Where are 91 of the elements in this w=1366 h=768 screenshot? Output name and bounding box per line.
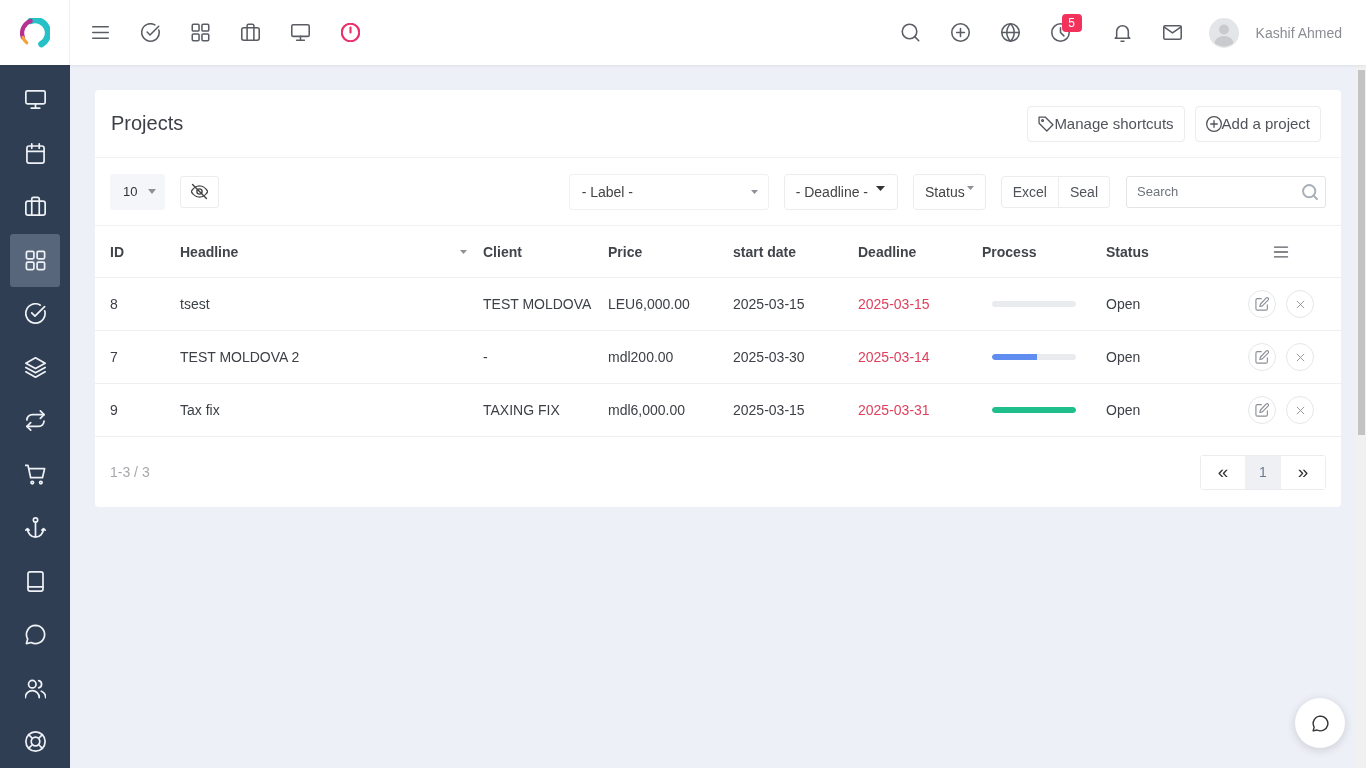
- monitor-icon: [24, 89, 46, 111]
- caret-icon: [148, 189, 156, 194]
- table-cell-text: Open: [1106, 296, 1142, 312]
- mail-icon[interactable]: [1162, 23, 1182, 42]
- page-button[interactable]: 1: [1245, 455, 1281, 489]
- caret-icon: [876, 186, 886, 191]
- column-header[interactable]: start date: [733, 243, 797, 260]
- globe-icon[interactable]: [1000, 23, 1020, 42]
- chat-bubble-icon: [1311, 714, 1329, 732]
- column-header[interactable]: Deadline: [858, 243, 917, 260]
- logo-icon[interactable]: [19, 17, 50, 48]
- export-button[interactable]: Seal: [1058, 175, 1110, 208]
- edit-icon: [1255, 403, 1269, 417]
- close-icon: [1294, 404, 1306, 416]
- page-size-select[interactable]: 10: [110, 173, 165, 210]
- record-count: 1-3 / 3: [110, 464, 150, 480]
- briefcase-icon: [24, 196, 46, 218]
- edit-button[interactable]: [1248, 343, 1276, 371]
- hide-columns-button[interactable]: [180, 175, 219, 208]
- table-cell-text: TEST MOLDOVA: [483, 296, 593, 312]
- label-select[interactable]: - Label -: [568, 173, 769, 210]
- sidebar-item[interactable]: [10, 233, 60, 287]
- briefcase-icon[interactable]: [241, 23, 260, 42]
- add-project-button[interactable]: Add a project: [1194, 105, 1321, 142]
- repeat-icon: [24, 410, 46, 432]
- close-icon: [1294, 351, 1306, 363]
- plus-circle-icon: [1205, 115, 1222, 132]
- menu-icon[interactable]: [91, 23, 110, 42]
- table-cell-text: 2025-03-14: [858, 349, 931, 365]
- column-header[interactable]: Price: [608, 243, 643, 260]
- export-button[interactable]: Excel: [1000, 175, 1059, 208]
- book-icon: [24, 570, 46, 592]
- check-circle-icon[interactable]: [141, 23, 160, 42]
- caret-icon: [966, 185, 974, 190]
- bell-icon[interactable]: [1112, 23, 1132, 42]
- table-cell-text: 9: [110, 402, 119, 418]
- table-cell-text: mdl200.00: [608, 349, 675, 365]
- column-header[interactable]: Headline: [180, 243, 239, 260]
- cart-icon: [24, 463, 46, 485]
- plus-circle-icon[interactable]: [950, 23, 970, 42]
- check-circle-icon: [24, 303, 46, 325]
- anchor-icon: [24, 517, 46, 539]
- table-cell-text: Tax fix: [180, 402, 221, 418]
- table-cell-text: Open: [1106, 349, 1142, 365]
- column-header[interactable]: Status: [1106, 243, 1149, 260]
- table-cell-text: tsest: [180, 296, 211, 312]
- tag-icon: [1038, 115, 1055, 132]
- lifebuoy-icon: [24, 731, 46, 753]
- table-cell-text: mdl6,000.00: [608, 402, 687, 418]
- table-cell-text: TEST MOLDOVA 2: [180, 349, 301, 365]
- eye-slash-icon: [191, 183, 208, 200]
- grid-icon[interactable]: [191, 23, 210, 42]
- table-cell-text: Open: [1106, 402, 1142, 418]
- edit-button[interactable]: [1248, 396, 1276, 424]
- column-header[interactable]: Process: [982, 243, 1037, 260]
- search-field[interactable]: Search: [1126, 175, 1326, 208]
- layers-icon: [24, 356, 46, 378]
- column-header[interactable]: ID: [110, 243, 124, 260]
- column-header[interactable]: Client: [483, 243, 522, 260]
- table-cell-text: TAXING FIX: [483, 402, 561, 418]
- caret-icon: [750, 189, 758, 194]
- page-title: Projects: [111, 112, 184, 135]
- table-cell-text: 2025-03-15: [733, 296, 806, 312]
- table-cell-text: 2025-03-15: [858, 296, 931, 312]
- status-dropdown[interactable]: Status: [913, 173, 986, 210]
- chat-bubble-icon: [24, 624, 46, 646]
- table-cell-text: 2025-03-30: [733, 349, 806, 365]
- notification-badge: 5: [1061, 14, 1082, 32]
- search-icon[interactable]: [900, 23, 920, 42]
- edit-icon: [1255, 297, 1269, 311]
- monitor-icon[interactable]: [291, 23, 310, 42]
- deadline-dropdown[interactable]: - Deadline -: [783, 173, 899, 210]
- edit-icon: [1255, 350, 1269, 364]
- grid-icon: [24, 249, 46, 271]
- menu-icon[interactable]: [1273, 243, 1289, 260]
- clock-icon[interactable]: [1050, 23, 1070, 42]
- table-cell-text: 2025-03-15: [733, 402, 806, 418]
- table-cell-text: 7: [110, 349, 119, 365]
- users-icon: [24, 677, 46, 699]
- shortcuts-button[interactable]: Manage shortcuts: [1027, 105, 1185, 142]
- chat-button[interactable]: [1295, 698, 1345, 748]
- close-icon: [1294, 298, 1306, 310]
- table-cell-text: LEU6,000.00: [608, 296, 691, 312]
- search-icon: [1302, 183, 1318, 200]
- timer-icon[interactable]: [341, 23, 360, 42]
- table-cell-text: -: [483, 349, 489, 365]
- edit-button[interactable]: [1248, 290, 1276, 318]
- table-cell-text: 8: [110, 296, 119, 312]
- table-cell-text: 2025-03-31: [858, 402, 931, 418]
- scrollbar[interactable]: [1356, 65, 1366, 768]
- calendar-icon: [24, 142, 46, 164]
